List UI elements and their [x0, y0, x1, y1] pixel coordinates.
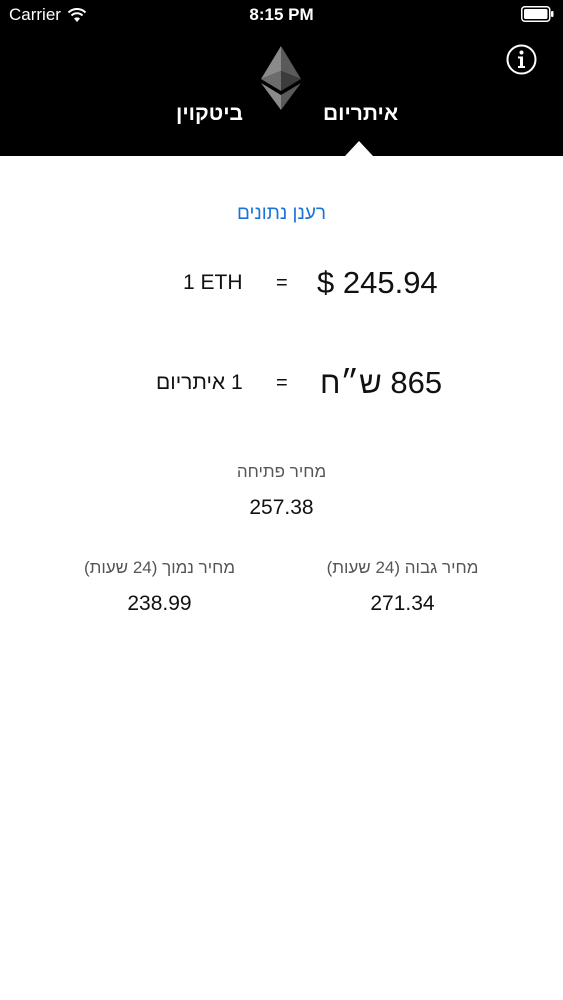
- usd-price: $ 245.94: [317, 265, 438, 300]
- tab-bitcoin[interactable]: ביטקוין: [176, 102, 243, 126]
- header: Carrier 8:15 PM איתריום ביטקוין: [0, 0, 563, 156]
- tab-ethereum[interactable]: איתריום: [323, 102, 398, 126]
- info-icon[interactable]: [506, 44, 537, 75]
- usd-equals-sign: =: [276, 272, 288, 294]
- ils-rate-unit: 1 איתריום: [156, 371, 243, 394]
- low-price-label: מחיר נמוך (24 שעות): [83, 558, 236, 577]
- status-time: 8:15 PM: [249, 5, 314, 24]
- usd-rate-unit: 1 ETH: [183, 271, 243, 294]
- ethereum-logo-icon: [261, 46, 301, 110]
- refresh-data-link[interactable]: רענן נתונים: [0, 203, 563, 225]
- ils-equals-sign: =: [276, 372, 288, 394]
- high-price-value: 271.34: [370, 592, 435, 615]
- low-price-value: 238.99: [127, 592, 192, 615]
- high-price-label: מחיר גבוה (24 שעות): [326, 558, 479, 577]
- screen: Carrier 8:15 PM איתריום ביטקוין רענן נתו…: [0, 0, 563, 1000]
- selected-tab-indicator: [345, 141, 373, 156]
- open-price-value: 257.38: [249, 496, 314, 519]
- status-bar: Carrier 8:15 PM: [0, 0, 563, 30]
- open-price-label: מחיר פתיחה: [236, 462, 327, 481]
- ils-price: 865 ש״ח: [320, 365, 443, 400]
- battery-icon: [521, 6, 554, 22]
